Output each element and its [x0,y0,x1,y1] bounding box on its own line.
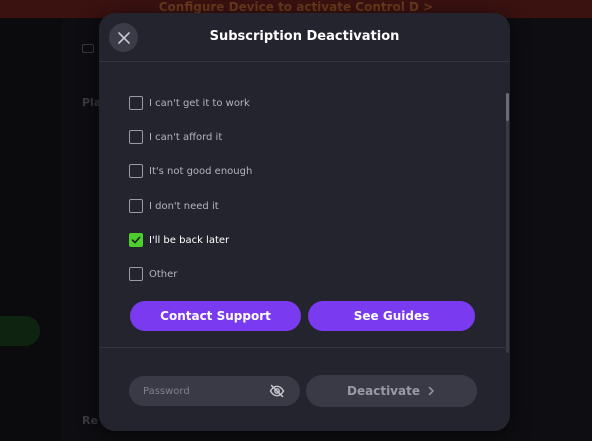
chevron-right-icon [428,386,434,396]
option-label: I'll be back later [149,234,230,246]
background-card-icon [82,44,94,53]
checkbox-checked[interactable] [129,233,143,247]
modal-title: Subscription Deactivation [209,29,400,44]
option-other[interactable]: Other [129,266,177,282]
option-back-later[interactable]: I'll be back later [129,232,229,248]
option-dont-need-it[interactable]: I don't need it [129,198,219,214]
option-not-good-enough[interactable]: It's not good enough [129,163,252,179]
background-sidebar [0,18,62,441]
background-label-re: Re [82,414,98,427]
banner-text: Configure Device to activate Control D > [158,0,434,14]
background-toggle [0,316,40,346]
password-field[interactable] [129,376,300,406]
option-label: Other [149,268,178,280]
contact-support-button[interactable]: Contact Support [130,301,301,331]
option-label: I don't need it [149,200,219,212]
option-label: It's not good enough [149,165,253,177]
checkbox[interactable] [129,199,143,213]
eye-slash-icon[interactable] [269,384,285,398]
password-input[interactable] [143,376,263,406]
checkbox[interactable] [129,96,143,110]
option-label: I can't afford it [149,131,223,143]
checkbox[interactable] [129,164,143,178]
checkbox[interactable] [129,267,143,281]
option-label: I can't get it to work [149,97,250,109]
check-icon [131,236,141,244]
divider [99,347,510,348]
checkbox[interactable] [129,130,143,144]
subscription-deactivation-modal: Subscription Deactivation I can't get it… [99,13,510,431]
deactivate-label: Deactivate [347,384,420,398]
scrollbar-track[interactable] [506,93,509,353]
option-cant-get-it-to-work[interactable]: I can't get it to work [129,95,250,111]
deactivate-button[interactable]: Deactivate [306,375,477,407]
option-cant-afford-it[interactable]: I can't afford it [129,129,222,145]
see-guides-button[interactable]: See Guides [308,301,475,331]
scrollbar-thumb[interactable] [506,93,509,121]
modal-header: Subscription Deactivation [99,13,510,62]
